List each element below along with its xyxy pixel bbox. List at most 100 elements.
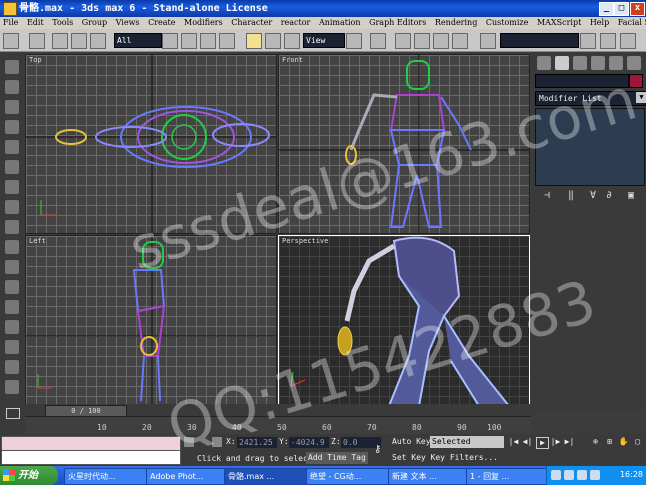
configure-sets-icon[interactable]: ▣ xyxy=(625,190,637,202)
pan-icon[interactable]: ✋ xyxy=(618,437,629,447)
tray-icon[interactable] xyxy=(564,470,574,480)
reference-coordinate-dropdown[interactable]: View xyxy=(303,33,345,48)
edit-named-selection-icon[interactable] xyxy=(480,33,496,49)
utilities-icon[interactable] xyxy=(5,160,19,174)
biped-icon[interactable] xyxy=(5,380,19,394)
y-coordinate-field[interactable]: -4024.9 xyxy=(289,437,329,448)
viewport-perspective[interactable]: Perspective xyxy=(278,235,530,405)
menu-rendering[interactable]: Rendering xyxy=(435,18,477,27)
key-icon[interactable]: ⚷ xyxy=(374,444,388,455)
x-coordinate-field[interactable]: 2421.25 xyxy=(237,437,277,448)
track-bar-ruler[interactable]: 10 20 30 40 50 60 70 80 90 100 xyxy=(25,416,531,434)
menu-tools[interactable]: Tools xyxy=(52,18,73,27)
viewport-left[interactable]: Left xyxy=(25,235,277,405)
move-icon[interactable] xyxy=(246,33,262,49)
pin-stack-icon[interactable]: ⊣ xyxy=(541,190,553,202)
auto-key-button[interactable]: Auto Key xyxy=(392,437,431,446)
modifier-stack[interactable] xyxy=(535,108,645,186)
menu-help[interactable]: Help xyxy=(590,18,609,27)
maxscript-listener-white[interactable] xyxy=(1,450,181,465)
modify-tab-icon[interactable] xyxy=(555,56,569,70)
taskbar-item[interactable]: 骨骼.max ... xyxy=(224,468,309,485)
display-tab-icon[interactable] xyxy=(609,56,623,70)
cameras-icon[interactable] xyxy=(5,240,19,254)
goto-end-icon[interactable]: ▶| xyxy=(564,437,575,447)
create-tab-icon[interactable] xyxy=(537,56,551,70)
reactor-icon[interactable] xyxy=(5,320,19,334)
viewport-top[interactable]: Top xyxy=(25,54,277,234)
menu-character[interactable]: Character xyxy=(231,18,272,27)
motion-icon[interactable] xyxy=(5,120,19,134)
previous-frame-icon[interactable]: ◀| xyxy=(522,437,533,447)
set-key-button[interactable]: Set Key Key Filters... xyxy=(392,453,498,462)
window-crossing-icon[interactable] xyxy=(219,33,235,49)
align-icon[interactable] xyxy=(600,33,616,49)
hierarchy-tab-icon[interactable] xyxy=(573,56,587,70)
unlink-icon[interactable] xyxy=(71,33,87,49)
select-manipulate-icon[interactable] xyxy=(370,33,386,49)
selection-filter-dropdown[interactable]: All xyxy=(114,33,162,48)
menu-facial-studio[interactable]: Facial Studio xyxy=(618,18,646,27)
menu-create[interactable]: Create xyxy=(148,18,175,27)
tray-icon[interactable] xyxy=(590,470,600,480)
menu-group[interactable]: Group xyxy=(82,18,107,27)
space-warps-icon[interactable] xyxy=(5,280,19,294)
maxscript-listener-pink[interactable] xyxy=(1,436,181,451)
menu-file[interactable]: File xyxy=(3,18,18,27)
pivot-center-icon[interactable] xyxy=(346,33,362,49)
bind-space-warp-icon[interactable] xyxy=(90,33,106,49)
tray-icon[interactable] xyxy=(577,470,587,480)
start-button[interactable]: 开始 xyxy=(0,466,58,485)
display-icon[interactable] xyxy=(5,140,19,154)
create-icon[interactable] xyxy=(5,60,19,74)
mini-listener-toggle[interactable] xyxy=(0,404,25,434)
systems-icon[interactable] xyxy=(5,300,19,314)
viewport-front[interactable]: Front xyxy=(278,54,530,234)
angle-snap-icon[interactable] xyxy=(414,33,430,49)
key-filters-button[interactable]: Key Filters... xyxy=(431,453,498,462)
utilities-tab-icon[interactable] xyxy=(627,56,641,70)
named-selection-field[interactable] xyxy=(500,33,579,48)
percent-snap-icon[interactable] xyxy=(433,33,449,49)
mirror-icon[interactable] xyxy=(580,33,596,49)
menu-customize[interactable]: Customize xyxy=(486,18,529,27)
menu-maxscript[interactable]: MAXScript xyxy=(537,18,581,27)
hierarchy-icon[interactable] xyxy=(5,100,19,114)
taskbar-item[interactable]: 1 - 回复 ... xyxy=(466,468,549,485)
region-select-icon[interactable] xyxy=(200,33,216,49)
select-object-icon[interactable] xyxy=(162,33,178,49)
motion-tab-icon[interactable] xyxy=(591,56,605,70)
scale-icon[interactable] xyxy=(284,33,300,49)
zoom-all-icon[interactable]: ⊞ xyxy=(604,437,615,447)
goto-start-icon[interactable]: |◀ xyxy=(508,437,519,447)
particles-icon[interactable] xyxy=(5,340,19,354)
play-icon[interactable]: ▶ xyxy=(536,437,549,449)
next-frame-icon[interactable]: |▶ xyxy=(550,437,561,447)
maximize-button[interactable]: □ xyxy=(614,2,629,16)
curve-editor-icon[interactable] xyxy=(620,33,636,49)
menu-edit[interactable]: Edit xyxy=(27,18,44,27)
object-color-swatch[interactable] xyxy=(629,74,643,88)
tray-icon[interactable] xyxy=(551,470,561,480)
chevron-down-icon[interactable]: ▼ xyxy=(636,92,646,103)
modifier-list-dropdown[interactable]: Modifier List ▼ xyxy=(535,91,646,106)
show-end-result-icon[interactable]: ‖ xyxy=(565,190,577,202)
shapes-icon[interactable] xyxy=(5,200,19,214)
rotate-icon[interactable] xyxy=(265,33,281,49)
snap-toggle-icon[interactable] xyxy=(395,33,411,49)
selection-lock-icon[interactable] xyxy=(184,437,194,447)
menu-reactor[interactable]: reactor xyxy=(281,18,311,27)
taskbar-item[interactable]: 火星时代动... xyxy=(64,468,149,485)
select-link-icon[interactable] xyxy=(52,33,68,49)
spinner-snap-icon[interactable] xyxy=(452,33,468,49)
zoom-icon[interactable]: ⊕ xyxy=(590,437,601,447)
menu-graph-editors[interactable]: Graph Editors xyxy=(369,18,426,27)
key-mode-dropdown[interactable]: Selected xyxy=(430,436,504,448)
select-by-name-icon[interactable] xyxy=(181,33,197,49)
bones-icon[interactable] xyxy=(5,360,19,374)
remove-modifier-icon[interactable]: ∂ xyxy=(603,190,615,202)
geometry-icon[interactable] xyxy=(5,180,19,194)
add-time-tag-button[interactable]: Add Time Tag xyxy=(306,452,368,464)
minimize-button[interactable]: _ xyxy=(599,2,614,16)
taskbar-item[interactable]: 新建 文本 ... xyxy=(388,468,469,485)
